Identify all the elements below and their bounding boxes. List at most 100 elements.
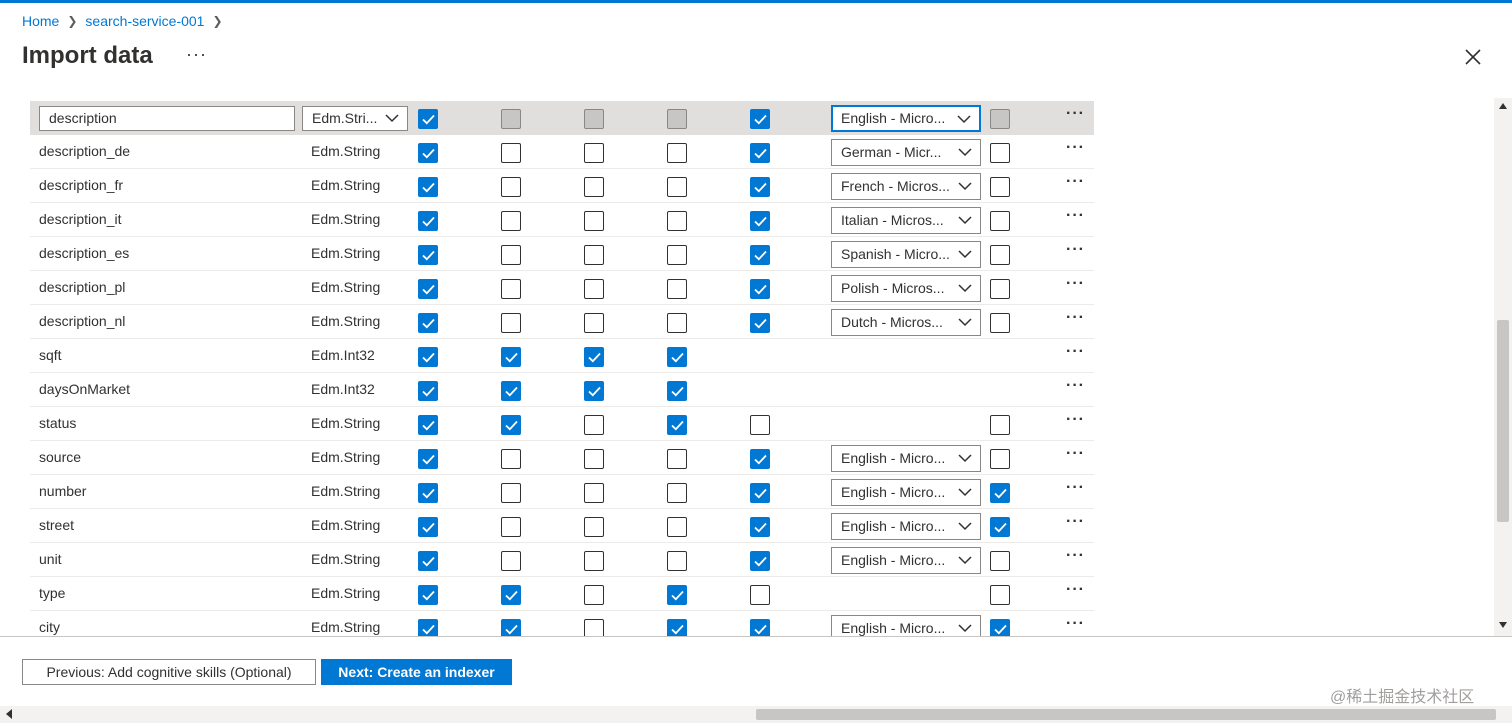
analyzer-select[interactable]: Italian - Micros...	[831, 207, 981, 234]
sortable-checkbox[interactable]	[584, 279, 604, 299]
sortable-checkbox[interactable]	[584, 585, 604, 605]
row-more-icon[interactable]: ···	[1066, 105, 1085, 123]
facetable-checkbox[interactable]	[667, 279, 687, 299]
retrievable-checkbox[interactable]	[418, 381, 438, 401]
searchable-checkbox[interactable]	[750, 415, 770, 435]
row-more-icon[interactable]: ···	[1066, 581, 1085, 599]
facetable-checkbox[interactable]	[667, 585, 687, 605]
horizontal-scroll-thumb[interactable]	[756, 709, 1496, 720]
searchable-checkbox[interactable]	[750, 143, 770, 163]
analyzer-select[interactable]: English - Micro...	[831, 479, 981, 506]
row-more-icon[interactable]: ···	[1066, 207, 1085, 225]
suggester-checkbox[interactable]	[990, 619, 1010, 636]
suggester-checkbox[interactable]	[990, 415, 1010, 435]
sortable-checkbox[interactable]	[584, 381, 604, 401]
searchable-checkbox[interactable]	[750, 313, 770, 333]
suggester-checkbox[interactable]	[990, 177, 1010, 197]
suggester-checkbox[interactable]	[990, 143, 1010, 163]
breadcrumb-home-link[interactable]: Home	[22, 13, 59, 29]
row-more-icon[interactable]: ···	[1066, 275, 1085, 293]
filterable-checkbox[interactable]	[501, 143, 521, 163]
analyzer-select[interactable]: French - Micros...	[831, 173, 981, 200]
retrievable-checkbox[interactable]	[418, 177, 438, 197]
retrievable-checkbox[interactable]	[418, 517, 438, 537]
analyzer-select[interactable]: Spanish - Micro...	[831, 241, 981, 268]
facetable-checkbox[interactable]	[667, 551, 687, 571]
suggester-checkbox[interactable]	[990, 109, 1010, 129]
row-more-icon[interactable]: ···	[1066, 377, 1085, 395]
suggester-checkbox[interactable]	[990, 279, 1010, 299]
facetable-checkbox[interactable]	[667, 347, 687, 367]
retrievable-checkbox[interactable]	[418, 313, 438, 333]
retrievable-checkbox[interactable]	[418, 109, 438, 129]
suggester-checkbox[interactable]	[990, 211, 1010, 231]
filterable-checkbox[interactable]	[501, 381, 521, 401]
previous-button[interactable]: Previous: Add cognitive skills (Optional…	[22, 659, 316, 685]
filterable-checkbox[interactable]	[501, 177, 521, 197]
retrievable-checkbox[interactable]	[418, 449, 438, 469]
row-more-icon[interactable]: ···	[1066, 513, 1085, 531]
retrievable-checkbox[interactable]	[418, 347, 438, 367]
facetable-checkbox[interactable]	[667, 483, 687, 503]
vertical-scroll-thumb[interactable]	[1497, 320, 1509, 522]
retrievable-checkbox[interactable]	[418, 279, 438, 299]
searchable-checkbox[interactable]	[750, 619, 770, 636]
more-options-icon[interactable]: ···	[186, 44, 207, 65]
scroll-down-icon[interactable]	[1499, 622, 1507, 628]
facetable-checkbox[interactable]	[667, 449, 687, 469]
field-name-input[interactable]: description	[39, 106, 295, 131]
analyzer-select[interactable]: German - Micr...	[831, 139, 981, 166]
suggester-checkbox[interactable]	[990, 483, 1010, 503]
suggester-checkbox[interactable]	[990, 551, 1010, 571]
suggester-checkbox[interactable]	[990, 245, 1010, 265]
filterable-checkbox[interactable]	[501, 619, 521, 636]
suggester-checkbox[interactable]	[990, 585, 1010, 605]
sortable-checkbox[interactable]	[584, 483, 604, 503]
facetable-checkbox[interactable]	[667, 177, 687, 197]
sortable-checkbox[interactable]	[584, 143, 604, 163]
retrievable-checkbox[interactable]	[418, 585, 438, 605]
retrievable-checkbox[interactable]	[418, 211, 438, 231]
row-more-icon[interactable]: ···	[1066, 343, 1085, 361]
retrievable-checkbox[interactable]	[418, 415, 438, 435]
facetable-checkbox[interactable]	[667, 313, 687, 333]
searchable-checkbox[interactable]	[750, 109, 770, 129]
analyzer-select[interactable]: English - Micro...	[831, 615, 981, 636]
row-more-icon[interactable]: ···	[1066, 615, 1085, 633]
filterable-checkbox[interactable]	[501, 211, 521, 231]
row-more-icon[interactable]: ···	[1066, 445, 1085, 463]
analyzer-select[interactable]: English - Micro...	[831, 547, 981, 574]
sortable-checkbox[interactable]	[584, 619, 604, 636]
retrievable-checkbox[interactable]	[418, 619, 438, 636]
facetable-checkbox[interactable]	[667, 143, 687, 163]
retrievable-checkbox[interactable]	[418, 143, 438, 163]
filterable-checkbox[interactable]	[501, 517, 521, 537]
filterable-checkbox[interactable]	[501, 585, 521, 605]
retrievable-checkbox[interactable]	[418, 551, 438, 571]
field-type-select[interactable]: Edm.Stri...	[302, 106, 408, 131]
close-icon[interactable]	[1462, 46, 1484, 68]
sortable-checkbox[interactable]	[584, 551, 604, 571]
suggester-checkbox[interactable]	[990, 517, 1010, 537]
facetable-checkbox[interactable]	[667, 517, 687, 537]
sortable-checkbox[interactable]	[584, 109, 604, 129]
sortable-checkbox[interactable]	[584, 211, 604, 231]
sortable-checkbox[interactable]	[584, 347, 604, 367]
facetable-checkbox[interactable]	[667, 109, 687, 129]
scroll-left-icon[interactable]	[6, 709, 12, 719]
row-more-icon[interactable]: ···	[1066, 411, 1085, 429]
scroll-up-icon[interactable]	[1499, 103, 1507, 109]
row-more-icon[interactable]: ···	[1066, 139, 1085, 157]
horizontal-scrollbar[interactable]	[0, 706, 1512, 723]
analyzer-select[interactable]: Polish - Micros...	[831, 275, 981, 302]
facetable-checkbox[interactable]	[667, 211, 687, 231]
row-more-icon[interactable]: ···	[1066, 547, 1085, 565]
row-more-icon[interactable]: ···	[1066, 241, 1085, 259]
searchable-checkbox[interactable]	[750, 177, 770, 197]
analyzer-select[interactable]: English - Micro...	[831, 513, 981, 540]
row-more-icon[interactable]: ···	[1066, 479, 1085, 497]
filterable-checkbox[interactable]	[501, 551, 521, 571]
row-more-icon[interactable]: ···	[1066, 309, 1085, 327]
next-button[interactable]: Next: Create an indexer	[321, 659, 512, 685]
vertical-scrollbar[interactable]	[1494, 98, 1512, 636]
